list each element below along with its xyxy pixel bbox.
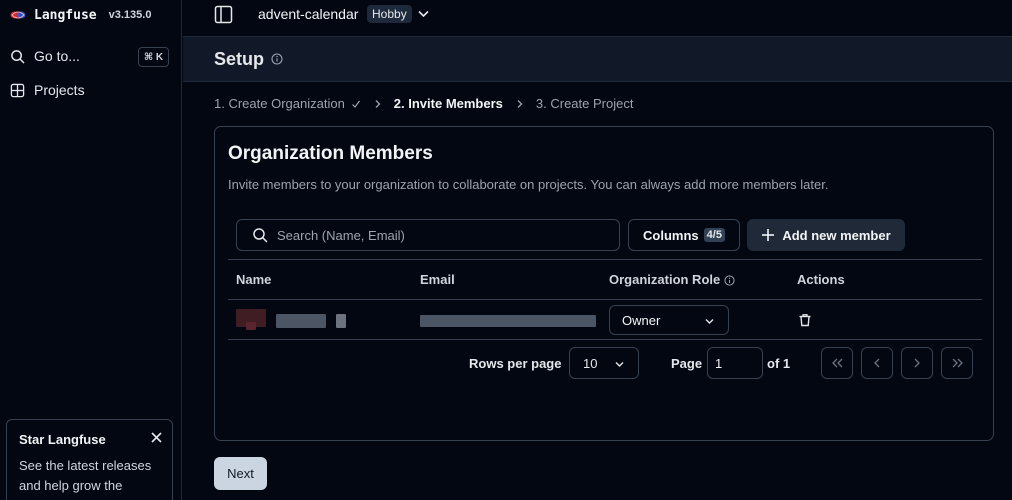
info-icon[interactable] xyxy=(724,275,735,286)
page-input[interactable] xyxy=(707,347,763,379)
rows-per-page-label: Rows per page xyxy=(469,356,562,371)
check-icon xyxy=(351,100,360,108)
chevrons-left-icon xyxy=(831,358,842,368)
columns-count-badge: 4/5 xyxy=(703,228,725,242)
star-langfuse-card: Star Langfuse See the latest releases an… xyxy=(6,419,173,500)
chevron-down-icon xyxy=(615,362,624,367)
columns-button[interactable]: Columns 4/5 xyxy=(628,219,740,251)
page-title: Setup xyxy=(214,49,265,69)
brand[interactable]: Langfuse v3.135.0 xyxy=(10,5,151,25)
add-new-member-button[interactable]: Add new member xyxy=(747,219,905,251)
sidebar-item-projects[interactable]: Projects xyxy=(10,82,85,98)
grid-icon xyxy=(10,83,25,97)
project-name[interactable]: advent-calendar xyxy=(258,6,358,22)
previous-page-button[interactable] xyxy=(861,347,893,379)
search-icon xyxy=(11,49,25,63)
search-icon xyxy=(253,228,268,243)
last-page-button[interactable] xyxy=(941,347,973,379)
topbar: advent-calendar Hobby xyxy=(183,0,1012,36)
column-header-name[interactable]: Name xyxy=(236,272,271,287)
organization-members-card: Organization Members Invite members to y… xyxy=(214,126,994,441)
search-input[interactable] xyxy=(277,227,597,243)
role-value: Owner xyxy=(622,312,661,328)
sidebar-toggle-icon[interactable] xyxy=(214,5,233,24)
page-header: Setup xyxy=(183,36,1012,82)
column-header-role[interactable]: Organization Role xyxy=(609,272,720,287)
members-table: Name Email Organization Role Actions Own… xyxy=(228,259,982,340)
rows-per-page-select[interactable]: 10 xyxy=(569,347,639,379)
chevrons-right-icon xyxy=(952,358,963,368)
first-page-button[interactable] xyxy=(821,347,853,379)
brand-name: Langfuse xyxy=(34,7,97,23)
chevron-right-icon xyxy=(914,358,920,368)
add-new-member-label: Add new member xyxy=(782,227,891,243)
setup-steps: 1. Create Organization 2. Invite Members… xyxy=(214,96,633,111)
chevron-right-icon xyxy=(375,99,381,108)
table-header: Name Email Organization Role Actions xyxy=(228,259,982,300)
column-header-actions: Actions xyxy=(797,272,845,287)
next-page-button[interactable] xyxy=(901,347,933,379)
shortcut-badge: ⌘ K xyxy=(138,47,169,67)
card-description: Invite members to your organization to c… xyxy=(228,177,829,192)
page-count: of 1 xyxy=(767,356,791,371)
step-create-project[interactable]: 3. Create Project xyxy=(536,96,634,111)
role-select[interactable]: Owner xyxy=(609,305,729,335)
plan-badge: Hobby xyxy=(367,5,412,23)
columns-label: Columns xyxy=(643,227,699,243)
brand-version: v3.135.0 xyxy=(108,9,152,21)
info-icon[interactable] xyxy=(271,53,283,65)
table-row: Owner xyxy=(228,300,982,340)
chevron-down-icon xyxy=(705,319,714,324)
pagination: Rows per page 10 Page of 1 xyxy=(215,347,993,379)
search-box[interactable] xyxy=(236,219,620,251)
column-header-email[interactable]: Email xyxy=(420,272,455,287)
card-title: Organization Members xyxy=(228,143,433,164)
chevron-left-icon xyxy=(874,358,880,368)
promo-text: See the latest releases and help grow th… xyxy=(19,458,152,500)
chevron-right-icon xyxy=(517,99,523,108)
sidebar-item-label: Projects xyxy=(34,82,85,98)
page-label: Page xyxy=(671,356,703,371)
goto-label: Go to... xyxy=(34,48,80,64)
redacted-email xyxy=(420,315,596,327)
goto-button[interactable]: Go to... xyxy=(10,48,80,64)
step-invite-members[interactable]: 2. Invite Members xyxy=(394,96,503,111)
trash-icon[interactable] xyxy=(798,313,812,327)
chevron-down-icon[interactable] xyxy=(417,7,430,20)
promo-title: Star Langfuse xyxy=(19,432,106,447)
close-icon[interactable] xyxy=(151,432,162,443)
plus-icon xyxy=(762,229,775,241)
rows-per-page-value: 10 xyxy=(583,355,598,371)
langfuse-logo-icon xyxy=(10,11,26,19)
sidebar: Langfuse v3.135.0 Go to... ⌘ K Projects … xyxy=(0,0,182,500)
step-create-organization[interactable]: 1. Create Organization xyxy=(214,96,345,111)
next-button[interactable]: Next xyxy=(214,457,267,490)
